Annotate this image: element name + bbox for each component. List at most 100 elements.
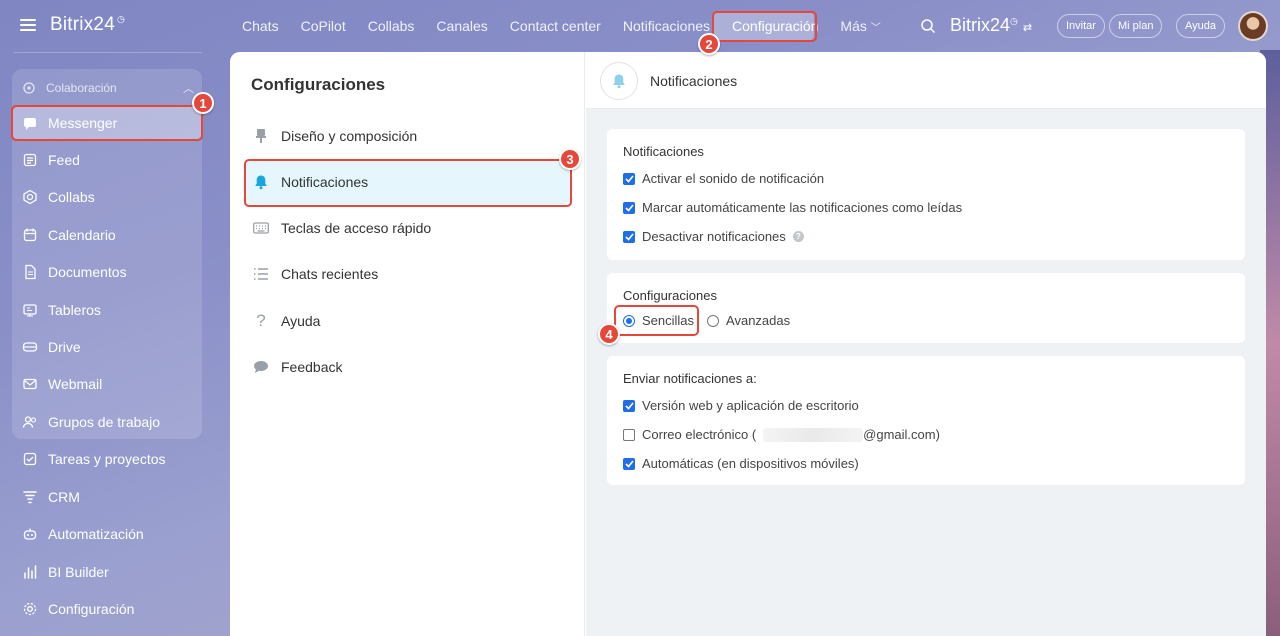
sidebar-item-tableros[interactable]: Tableros (12, 293, 202, 327)
left-sidebar: Bitrix24 ◷ Colaboración ︿ Messenger Feed … (0, 0, 214, 636)
tab-notificaciones[interactable]: Notificaciones (623, 18, 710, 34)
avatar[interactable] (1238, 11, 1268, 41)
sidebar-item-drive[interactable]: Drive (12, 330, 202, 364)
board-icon (22, 302, 38, 318)
hamburger-menu-icon[interactable] (20, 19, 36, 31)
option-label-suffix: @gmail.com) (863, 427, 940, 442)
tab-canales[interactable]: Canales (436, 18, 487, 34)
brand-logo[interactable]: Bitrix24 ◷ (50, 14, 125, 36)
sidebar-item-bi-builder[interactable]: BI Builder (12, 555, 202, 589)
help-button[interactable]: Ayuda (1176, 14, 1225, 38)
sliders-icon[interactable]: ⇄ (1023, 22, 1032, 34)
tab-collabs[interactable]: Collabs (368, 18, 415, 34)
checkbox-unchecked-icon[interactable] (623, 428, 635, 441)
search-icon[interactable] (920, 18, 936, 34)
brush-icon (253, 128, 269, 144)
sidebar-item-label: Tareas y proyectos (48, 451, 166, 467)
option-label: Activar el sonido de notificación (642, 171, 825, 186)
menu-item-feedback[interactable]: Feedback (244, 345, 570, 389)
menu-item-help[interactable]: ? Ayuda (244, 299, 570, 343)
option-auto-read[interactable]: Marcar automáticamente las notificacione… (623, 200, 962, 215)
list-icon (253, 267, 269, 281)
callout-highlight-messenger (11, 105, 203, 141)
sidebar-item-label: CRM (48, 489, 80, 505)
menu-item-label: Ayuda (281, 313, 321, 329)
sidebar-item-webmail[interactable]: Webmail (12, 367, 202, 401)
tab-chats[interactable]: Chats (242, 18, 279, 34)
group-header-collaboration[interactable]: Colaboración ︿ (22, 80, 194, 96)
sidebar-item-automatizacion[interactable]: Automatización (12, 517, 202, 551)
drive-icon (22, 339, 38, 355)
topbar-brand[interactable]: Bitrix24◷ ⇄ (950, 15, 1032, 36)
my-plan-button[interactable]: Mi plan (1109, 14, 1163, 38)
callout-badge-2: 2 (698, 33, 720, 55)
robot-icon (22, 526, 38, 542)
checkbox-checked-icon[interactable] (623, 201, 635, 214)
option-label: Desactivar notificaciones (642, 229, 786, 244)
option-label: Automáticas (en dispositivos móviles) (642, 456, 859, 471)
page-title: Configuraciones (251, 75, 386, 94)
checkbox-checked-icon[interactable] (623, 457, 635, 470)
sidebar-item-label: Drive (48, 339, 81, 355)
section-title: Notificaciones (650, 73, 738, 89)
callout-badge-4: 4 (598, 323, 620, 345)
sidebar-item-label: BI Builder (48, 564, 109, 580)
calendar-icon (22, 227, 38, 243)
card-title: Enviar notificaciones a: (623, 371, 757, 386)
sidebar-brand-row: Bitrix24 ◷ (20, 14, 125, 36)
sidebar-item-crm[interactable]: CRM (12, 480, 202, 514)
card-notifications: Notificaciones Activar el sonido de noti… (607, 129, 1245, 260)
chevron-up-icon[interactable]: ︿ (183, 80, 194, 96)
menu-item-label: Feedback (281, 359, 343, 375)
radio-unselected-icon[interactable] (707, 314, 720, 327)
redacted-email (763, 427, 864, 442)
help-circle-icon[interactable]: ? (792, 231, 804, 242)
card-configuraciones: Configuraciones Sencillas Avanzadas (607, 273, 1245, 343)
sidebar-item-label: Documentos (48, 264, 127, 280)
menu-item-design[interactable]: Diseño y composición (244, 114, 570, 158)
chevron-down-icon: ﹀ (870, 23, 881, 34)
checkbox-checked-icon[interactable] (623, 230, 635, 243)
crm-icon (22, 489, 38, 505)
sidebar-item-grupos[interactable]: Grupos de trabajo (12, 405, 202, 439)
checkbox-checked-icon[interactable] (623, 399, 635, 412)
callout-highlight-sencillas (614, 305, 699, 336)
document-icon (22, 264, 38, 280)
sidebar-item-documentos[interactable]: Documentos (12, 255, 202, 289)
tab-more-label: Más (840, 18, 867, 34)
option-disable[interactable]: Desactivar notificaciones ? (623, 229, 804, 244)
menu-item-recent-chats[interactable]: Chats recientes (244, 252, 570, 296)
option-web-desktop[interactable]: Versión web y aplicación de escritorio (623, 398, 859, 413)
checkbox-checked-icon[interactable] (623, 172, 635, 185)
feed-icon (22, 152, 38, 168)
notifications-settings: Notificaciones Notificaciones Activar el… (586, 52, 1266, 636)
option-sound[interactable]: Activar el sonido de notificación (623, 171, 824, 186)
tab-contact-center[interactable]: Contact center (510, 18, 601, 34)
sidebar-item-label: Configuración (48, 601, 135, 617)
sidebar-item-configuracion[interactable]: Configuración (12, 592, 202, 626)
sidebar-item-label: Tableros (48, 302, 101, 318)
collaboration-icon (23, 82, 35, 94)
option-label-prefix: Correo electrónico ( (642, 427, 757, 442)
option-mobile[interactable]: Automáticas (en dispositivos móviles) (623, 456, 859, 471)
radio-label-advanced[interactable]: Avanzadas (726, 313, 790, 328)
sidebar-item-tareas[interactable]: Tareas y proyectos (12, 442, 202, 476)
sidebar-item-calendario[interactable]: Calendario (12, 218, 202, 252)
option-email[interactable]: Correo electrónico ( @gmail.com) (623, 427, 940, 442)
task-icon (22, 451, 38, 467)
card-send-to: Enviar notificaciones a: Versión web y a… (607, 356, 1245, 485)
sidebar-item-feed[interactable]: Feed (12, 143, 202, 177)
invite-button[interactable]: Invitar (1057, 14, 1105, 38)
option-label: Versión web y aplicación de escritorio (642, 398, 859, 413)
tab-more[interactable]: Más ﹀ (840, 18, 880, 34)
sidebar-item-label: Webmail (48, 376, 103, 392)
menu-item-hotkeys[interactable]: Teclas de acceso rápido (244, 206, 570, 250)
group-label: Colaboración (46, 81, 117, 95)
sidebar-item-label: Calendario (48, 227, 116, 243)
callout-highlight-configuracion (712, 11, 817, 42)
sidebar-item-collabs[interactable]: Collabs (12, 180, 202, 214)
menu-item-label: Chats recientes (281, 266, 379, 282)
group-icon (22, 414, 38, 430)
menu-item-label: Diseño y composición (281, 128, 418, 144)
tab-copilot[interactable]: CoPilot (301, 18, 346, 34)
